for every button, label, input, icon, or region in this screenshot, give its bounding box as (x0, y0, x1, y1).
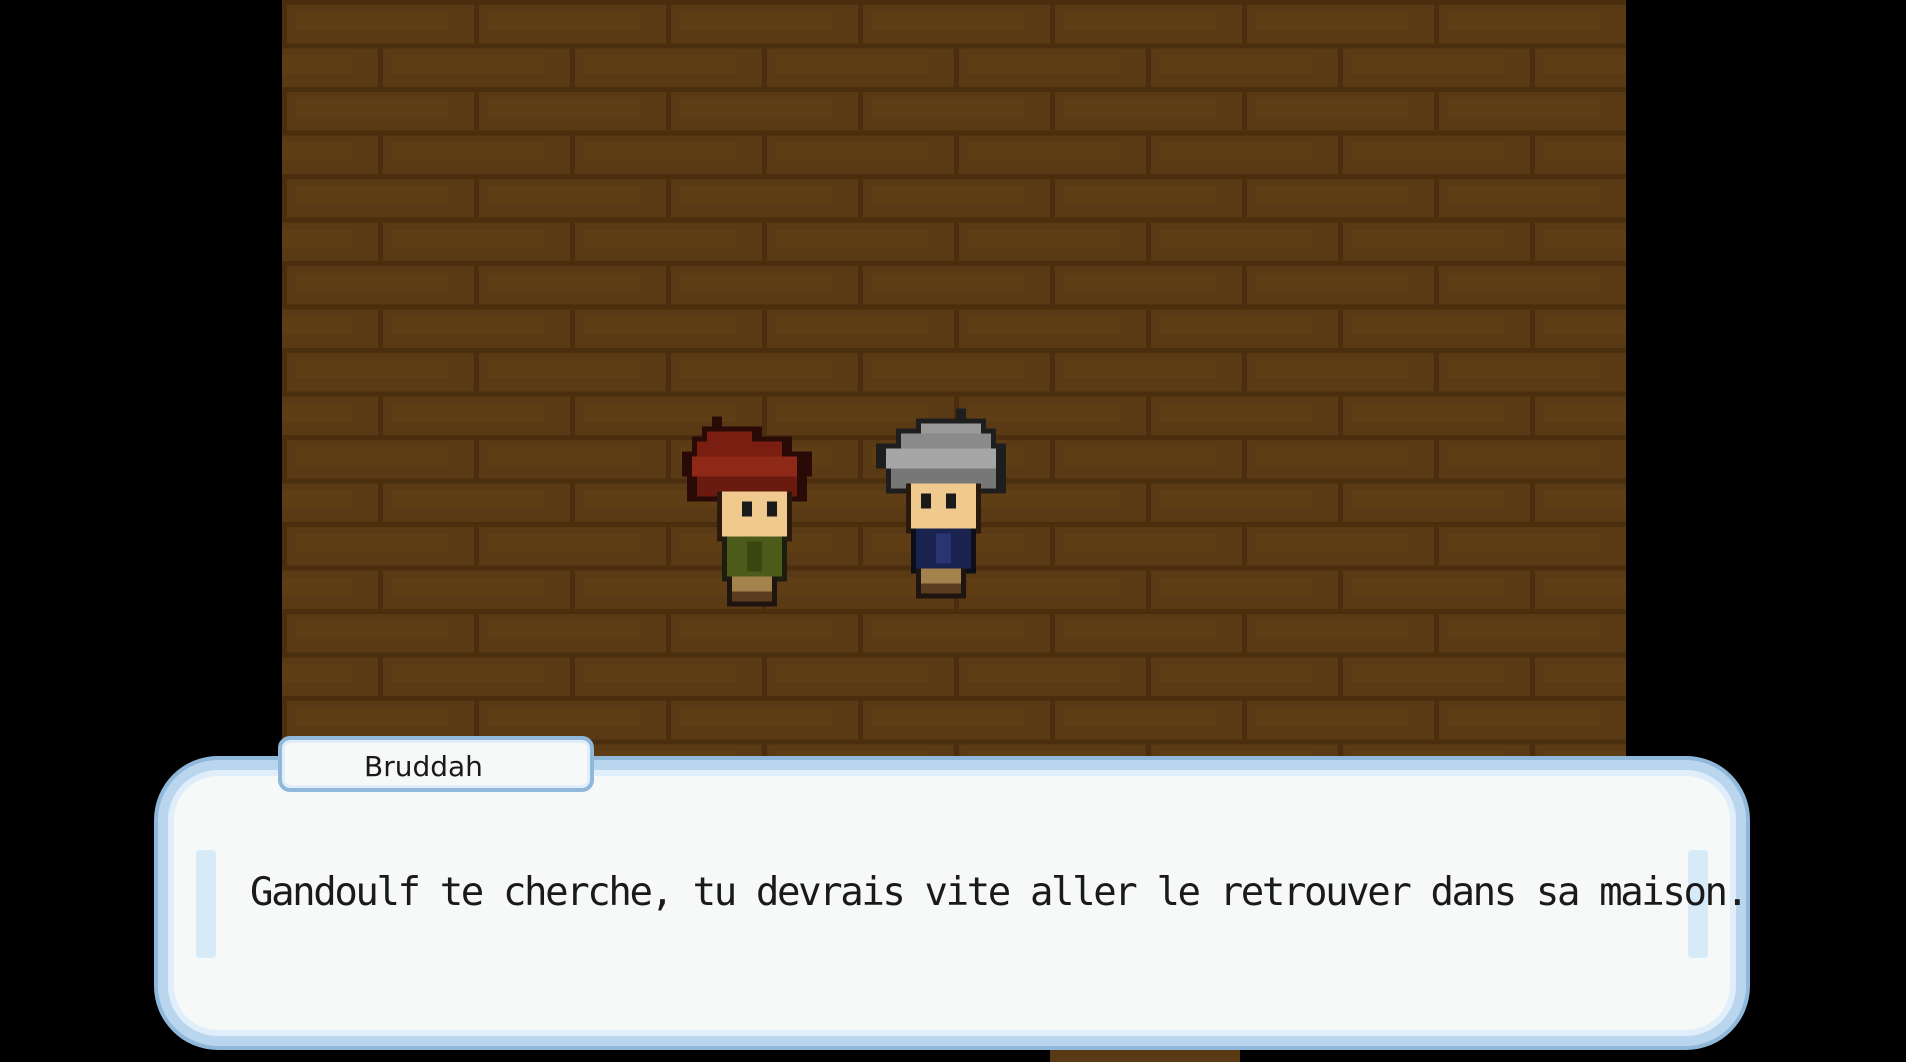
floor-planks (282, 0, 1626, 760)
speaker-name-tag: Bruddah (278, 736, 594, 792)
red-haired-character-sprite[interactable] (682, 416, 832, 612)
speaker-name: Bruddah (364, 750, 483, 783)
wooden-floor (282, 0, 1626, 760)
game-screen[interactable]: Gandoulf te cherche, tu devrais vite all… (0, 0, 1906, 1062)
dialogue-box[interactable]: Gandoulf te cherche, tu devrais vite all… (158, 760, 1749, 1046)
grey-haired-character-sprite[interactable] (876, 408, 1026, 604)
dialogue-left-accent (196, 850, 216, 958)
dialogue-text: Gandoulf te cherche, tu devrais vite all… (250, 870, 1749, 915)
